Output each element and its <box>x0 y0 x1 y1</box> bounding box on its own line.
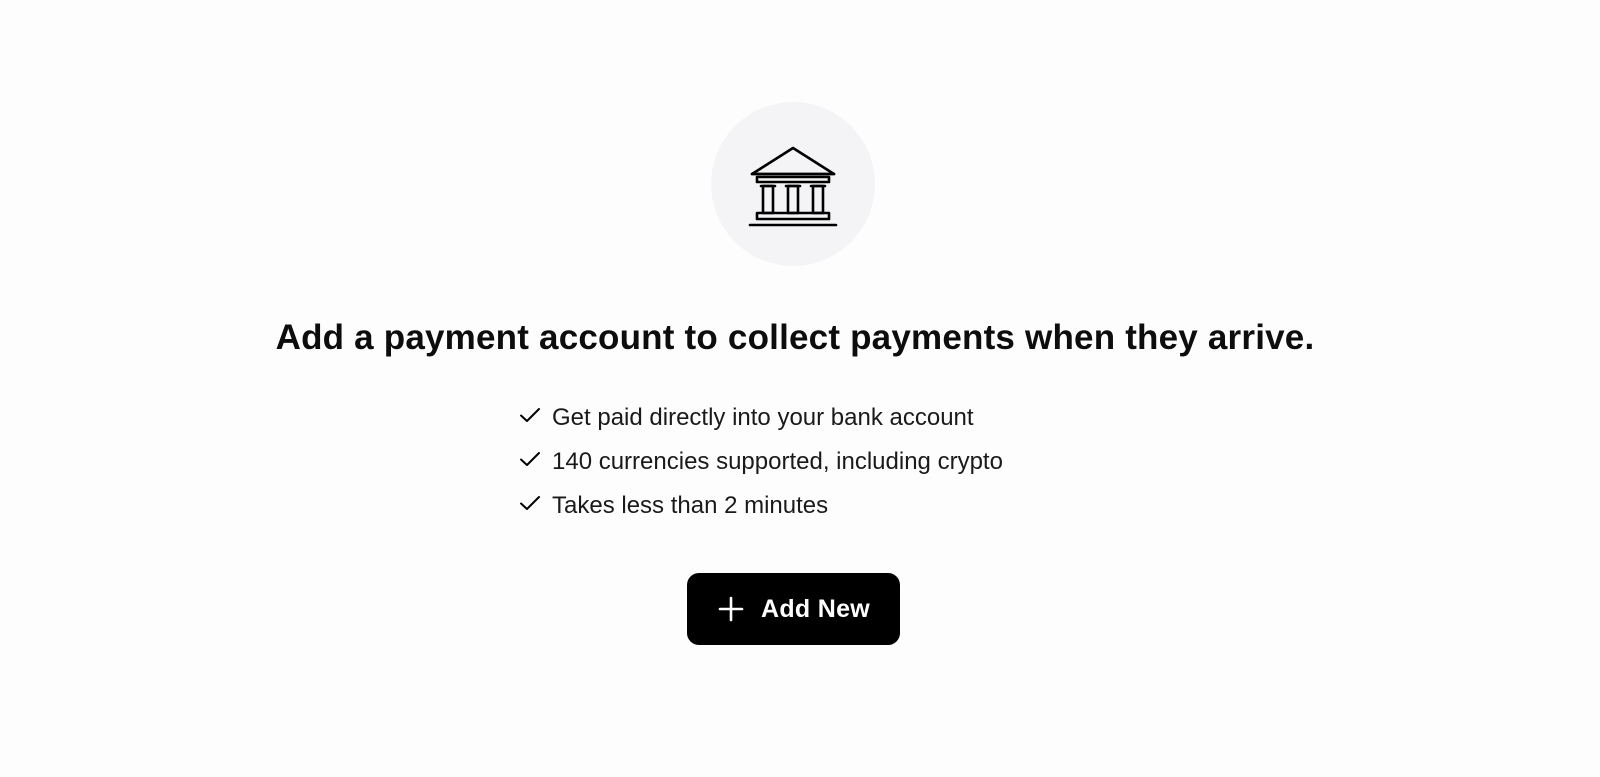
feature-item: Takes less than 2 minutes <box>518 484 1003 528</box>
check-icon <box>520 408 540 422</box>
page-headline: Add a payment account to collect payment… <box>275 318 1315 357</box>
add-new-button[interactable]: Add New <box>687 573 900 645</box>
check-icon <box>520 496 540 510</box>
bank-icon <box>748 146 838 227</box>
feature-text: Takes less than 2 minutes <box>552 492 829 519</box>
feature-text: 140 currencies supported, including cryp… <box>552 448 1003 475</box>
feature-text: Get paid directly into your bank account <box>552 404 974 431</box>
feature-list: Get paid directly into your bank account… <box>518 396 1003 528</box>
add-new-label: Add New <box>760 594 871 623</box>
plus-icon <box>718 596 744 622</box>
feature-item: 140 currencies supported, including cryp… <box>518 440 1003 484</box>
check-icon <box>520 452 540 466</box>
feature-item: Get paid directly into your bank account <box>518 396 1003 440</box>
bank-icon-container <box>711 102 875 266</box>
payment-accounts-empty-state: Add a payment account to collect payment… <box>0 0 1600 777</box>
